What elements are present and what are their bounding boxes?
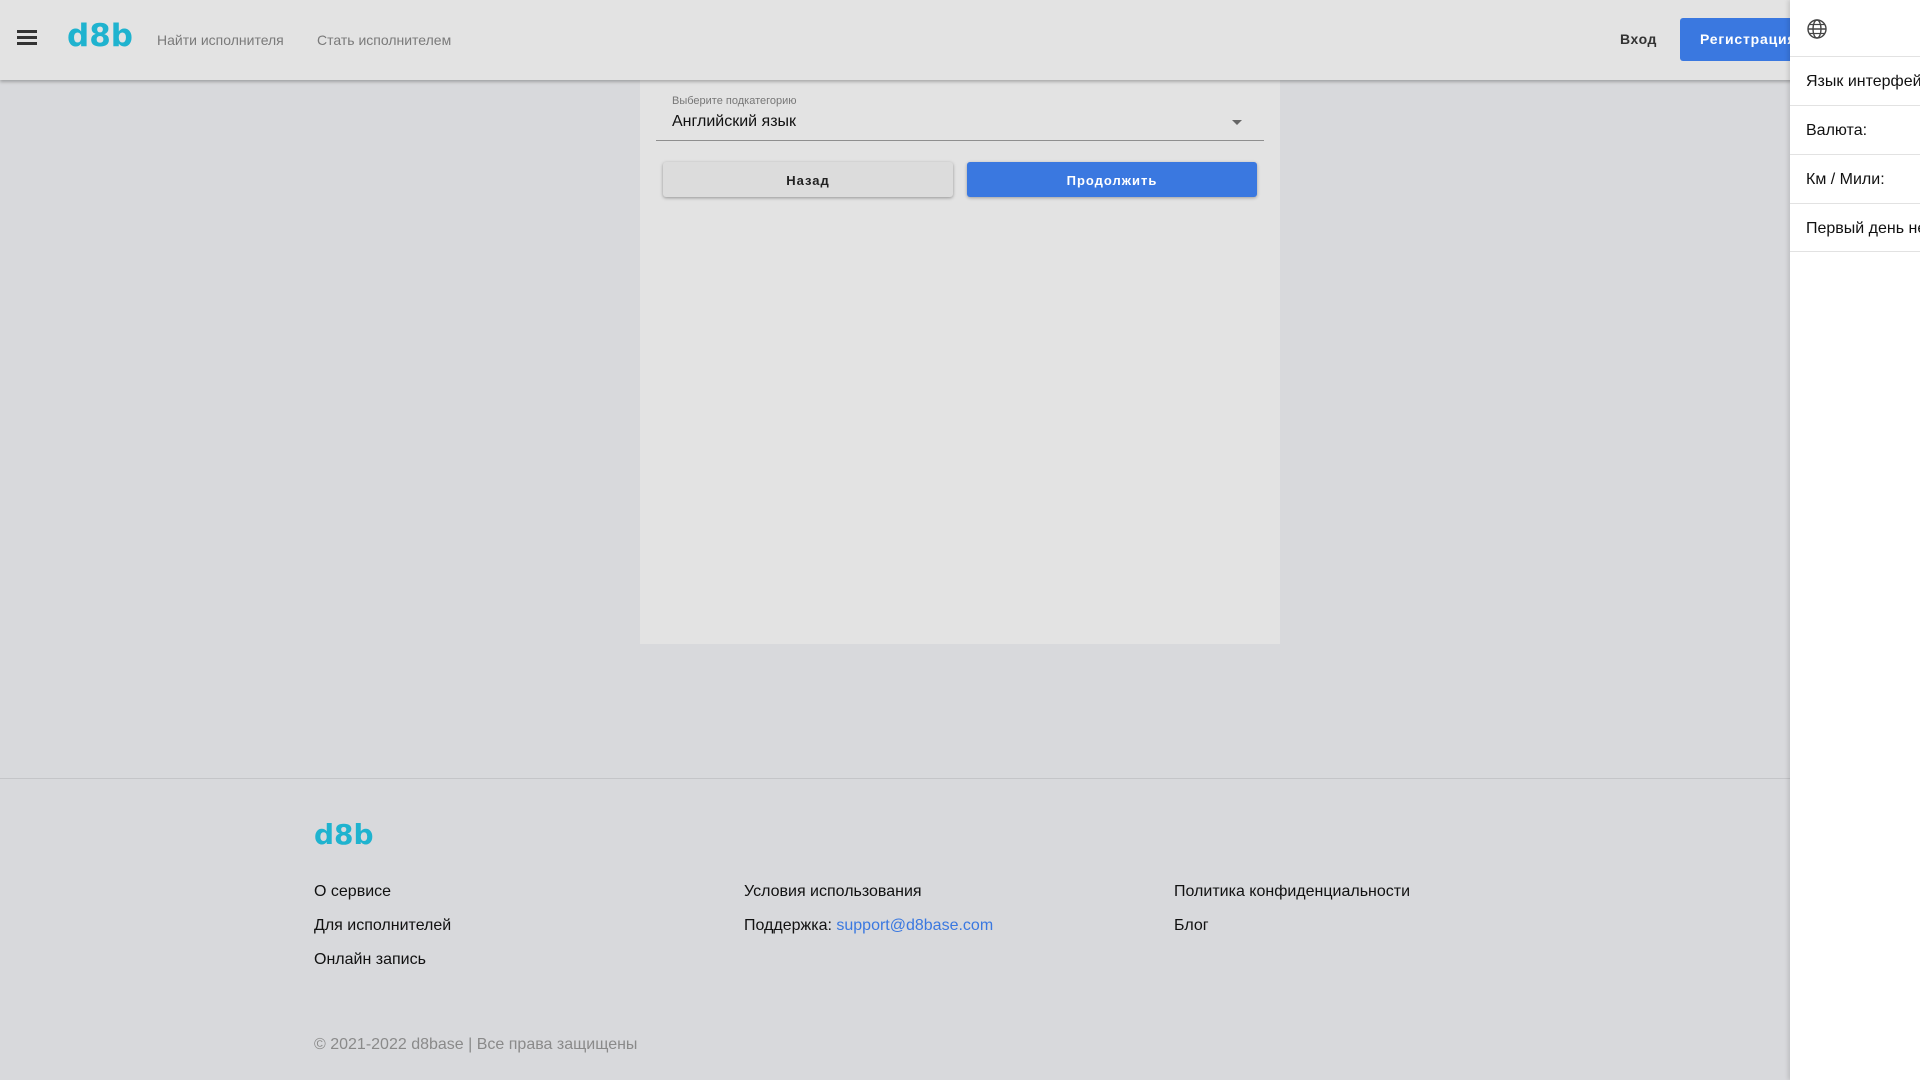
subcategory-value[interactable]: Английский язык [672,113,796,131]
back-button[interactable]: Назад [663,162,953,197]
setting-units-label: Км / Мили: [1806,171,1885,188]
footer-divider [0,778,1920,779]
support-label: Поддержка: [744,917,832,934]
subcategory-label: Выберите подкатегорию [672,95,797,107]
footer-support: Поддержка: support@d8base.com [744,917,993,935]
settings-panel: Язык интерфейса Валюта: Км / Мили: Первы… [1790,0,1920,1080]
setting-currency-row[interactable]: Валюта: [1790,105,1920,154]
top-header: d8b Найти исполнителя Стать исполнителем… [0,0,1920,80]
copyright-text: © 2021-2022 d8base | Все права защищены [314,1036,638,1053]
logo[interactable]: d8b [67,18,133,54]
login-link[interactable]: Вход [1620,31,1657,47]
footer-blog-link[interactable]: Блог [1174,917,1209,935]
setting-language-row[interactable]: Язык интерфейса [1790,56,1920,105]
footer-online-booking-link[interactable]: Онлайн запись [314,951,426,969]
setting-units-row[interactable]: Км / Мили: [1790,154,1920,203]
select-underline [656,140,1264,141]
footer-for-performers-link[interactable]: Для исполнителей [314,917,451,935]
footer-logo[interactable]: d8b [314,818,374,851]
nav-find-performer[interactable]: Найти исполнителя [157,32,284,48]
setting-language-label: Язык интерфейса [1806,73,1920,90]
footer-privacy-link[interactable]: Политика конфиденциальности [1174,883,1410,901]
setting-first-day-label: Первый день недели [1806,220,1920,237]
hamburger-menu-icon[interactable] [17,30,37,46]
continue-button[interactable]: Продолжить [967,162,1257,197]
setting-first-day-row[interactable]: Первый день недели [1790,203,1920,252]
form-card: Выберите подкатегорию Английский язык На… [640,80,1280,644]
footer-terms-link[interactable]: Условия использования [744,883,922,901]
support-email-link[interactable]: support@d8base.com [836,917,993,934]
setting-currency-label: Валюта: [1806,122,1868,139]
dropdown-caret-icon[interactable] [1232,120,1242,125]
globe-icon[interactable] [1806,18,1828,40]
nav-become-performer[interactable]: Стать исполнителем [317,32,451,48]
footer-about-link[interactable]: О сервисе [314,883,391,901]
